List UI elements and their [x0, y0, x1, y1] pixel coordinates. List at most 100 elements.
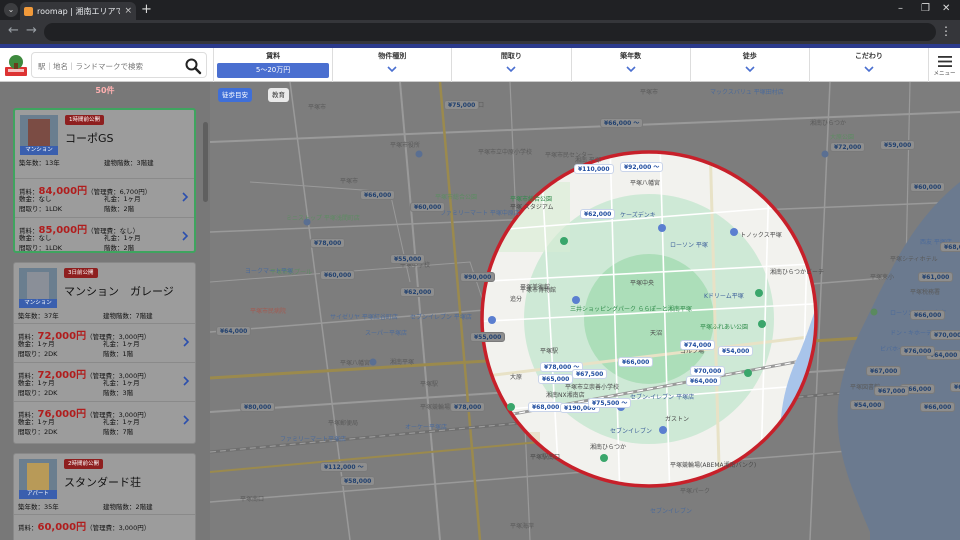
chevron-right-icon[interactable] — [183, 376, 190, 386]
price-pin[interactable]: ¥58,000 — [340, 476, 376, 486]
filter-label: 築年数 — [620, 52, 642, 60]
filter-walk[interactable]: 徒歩 — [689, 48, 809, 82]
price-pin[interactable]: ¥112,000 ～ — [320, 462, 368, 472]
room-row[interactable]: 賃料：72,000円（管理費：3,000円） 敷金：1ヶ月 礼金：1ヶ月 間取り：… — [14, 323, 195, 362]
price-pin[interactable]: ¥110,000 — [574, 164, 614, 174]
price-pin[interactable]: ¥67,500 — [572, 369, 608, 379]
filter-building-age[interactable]: 築年数 — [570, 48, 690, 82]
chevron-down-icon — [506, 66, 516, 73]
price-pin[interactable]: ¥66,000 — [618, 357, 654, 367]
map-label: ローソン 平塚 — [670, 242, 708, 249]
room-row[interactable]: 賃料：60,000円（管理費：3,000円） — [14, 514, 195, 540]
map-label: マックスバリュ 平塚田村店 — [710, 89, 784, 96]
map-label: 平塚市民病院 — [250, 308, 287, 315]
map-label: 平塚パーク — [680, 488, 711, 495]
forward-button[interactable]: → — [26, 24, 37, 38]
price-pin[interactable]: ¥55,000 — [470, 332, 506, 342]
price-pin[interactable]: ¥72,000 — [830, 142, 866, 152]
map-label: 平塚八幡宮 — [340, 360, 371, 367]
price-pin[interactable]: ¥60,000 — [910, 182, 946, 192]
address-bar[interactable] — [44, 23, 936, 41]
chevron-right-icon[interactable] — [183, 415, 190, 425]
room-row[interactable]: 賃料：76,000円（管理費：3,000円） 敷金：1ヶ月 礼金：1ヶ月 間取り：… — [14, 401, 195, 440]
price-pin[interactable]: ¥90,000 — [460, 272, 496, 282]
price-pin[interactable]: ¥67,000 — [866, 366, 902, 376]
map-view[interactable]: 徒歩目安 教育 平塚市 平塚市 平塚市 平塚市役所 平塚市民病院 ミニストップ … — [210, 82, 960, 540]
price-pin[interactable]: ¥54,000 — [850, 400, 886, 410]
tab-search-button[interactable]: ⌄ — [4, 3, 18, 17]
price-pin[interactable]: ¥66,000 — [360, 190, 396, 200]
property-card[interactable]: マンション 3日前公開 マンション ガレージ 築年数：37年 建物階数：7階建 賃… — [13, 262, 196, 444]
price-pin[interactable]: ¥68,000 — [940, 242, 960, 252]
price-pin[interactable]: ¥60,000 — [410, 202, 446, 212]
close-window-button[interactable]: ✕ — [942, 3, 950, 14]
price-pin[interactable]: ¥61,000 — [918, 272, 954, 282]
price-pin[interactable]: ¥70,000 — [930, 330, 960, 340]
property-card[interactable]: アパート 2時間前公開 スタンダード荘 築年数：35年 建物階数：2階建 賃料：6… — [13, 453, 196, 540]
price-pin[interactable]: ¥75,000 — [444, 100, 480, 110]
price-pin[interactable]: ¥70,000 — [690, 366, 726, 376]
published-badge: 2時間前公開 — [64, 459, 103, 469]
map-label: 大原 — [510, 374, 523, 381]
back-button[interactable]: ← — [8, 24, 19, 38]
menu-button[interactable]: メニュー — [928, 48, 960, 82]
price-pin[interactable]: ¥78,000 — [310, 238, 346, 248]
room-floor: 階数：2階 — [104, 244, 135, 252]
price-pin[interactable]: ¥62,000 — [400, 287, 436, 297]
property-name: スタンダード荘 — [64, 476, 141, 489]
filter-preferences[interactable]: こだわり — [808, 48, 928, 82]
price-pin[interactable]: ¥64,000 — [686, 376, 722, 386]
price-pin[interactable]: ¥59,000 — [880, 140, 916, 150]
price-pin[interactable]: ¥66,000 ～ — [600, 118, 644, 128]
price-pin[interactable]: ¥80,000 — [240, 402, 276, 412]
price-pin[interactable]: ¥75,500 ～ — [588, 398, 632, 408]
price-pin[interactable]: ¥68,000 — [528, 402, 564, 412]
price-pin[interactable]: ¥67,000 — [874, 386, 910, 396]
tab-close-icon[interactable]: × — [124, 6, 132, 16]
walk-time-toggle[interactable]: 徒歩目安 — [218, 88, 252, 102]
price-pin[interactable]: ¥76,000 — [900, 346, 936, 356]
park-icon — [755, 289, 763, 297]
chevron-right-icon[interactable] — [182, 231, 189, 241]
browser-menu-icon[interactable]: ⋮ — [940, 24, 952, 38]
room-row[interactable]: 賃料：85,000円（管理費：なし） 敷金：なし 礼金：1ヶ月 間取り：1LDK 階… — [15, 217, 194, 252]
filter-layout[interactable]: 間取り — [451, 48, 570, 82]
store-icon — [659, 426, 667, 434]
property-type-tag: マンション — [20, 146, 58, 155]
price-pin[interactable]: ¥55,000 — [390, 254, 426, 264]
chevron-right-icon[interactable] — [182, 192, 189, 202]
map-label: トノックス平塚 — [740, 232, 782, 239]
shopping-icon — [572, 296, 580, 304]
browser-tab[interactable]: roomap | 湘南エリアでのお部屋探 × — [20, 2, 136, 20]
price-pin[interactable]: ¥65,000 — [538, 374, 574, 384]
price-pin[interactable]: ¥92,000 ～ — [620, 162, 664, 172]
park-icon — [600, 454, 608, 462]
education-toggle[interactable]: 教育 — [268, 88, 289, 102]
room-deposit: 敷金：1ヶ月 — [18, 418, 55, 426]
new-tab-button[interactable]: + — [141, 3, 152, 17]
scrollbar[interactable] — [203, 122, 208, 202]
price-pin[interactable]: ¥74,000 — [680, 340, 716, 350]
filter-rent-value[interactable]: 5～20万円 — [217, 63, 330, 78]
minimize-button[interactable]: – — [898, 3, 903, 14]
price-pin[interactable]: ¥54,000 — [718, 346, 754, 356]
filter-rent[interactable]: 賃料 5～20万円 — [213, 48, 332, 82]
price-pin[interactable]: ¥64,000 — [950, 382, 960, 392]
room-row[interactable]: 賃料：72,000円（管理費：3,000円） 敷金：1ヶ月 礼金：1ヶ月 間取り：… — [14, 362, 195, 401]
map-label: セブンイレブン — [650, 508, 693, 515]
search-input[interactable] — [38, 58, 178, 74]
search-icon[interactable] — [184, 57, 202, 75]
price-pin[interactable]: ¥66,000 — [920, 402, 956, 412]
restore-button[interactable]: ❐ — [921, 3, 930, 14]
chevron-right-icon[interactable] — [183, 337, 190, 347]
price-pin[interactable]: ¥60,000 — [320, 270, 356, 280]
price-pin[interactable]: ¥62,000 — [580, 209, 616, 219]
room-layout: 間取り：2DK — [18, 389, 58, 397]
property-card[interactable]: マンション 1時間前公開 コーポGS 築年数：13年 建物階数：3階建 賃料：84… — [13, 108, 196, 253]
roomap-logo[interactable] — [4, 53, 28, 77]
filter-property-type[interactable]: 物件種別 — [332, 48, 451, 82]
price-pin[interactable]: ¥66,000 — [910, 310, 946, 320]
price-pin[interactable]: ¥64,000 — [216, 326, 252, 336]
room-row[interactable]: 賃料：84,000円（管理費：6,700円） 敷金：なし 礼金：1ヶ月 間取り：1… — [15, 178, 194, 217]
price-pin[interactable]: ¥78,000 — [450, 402, 486, 412]
